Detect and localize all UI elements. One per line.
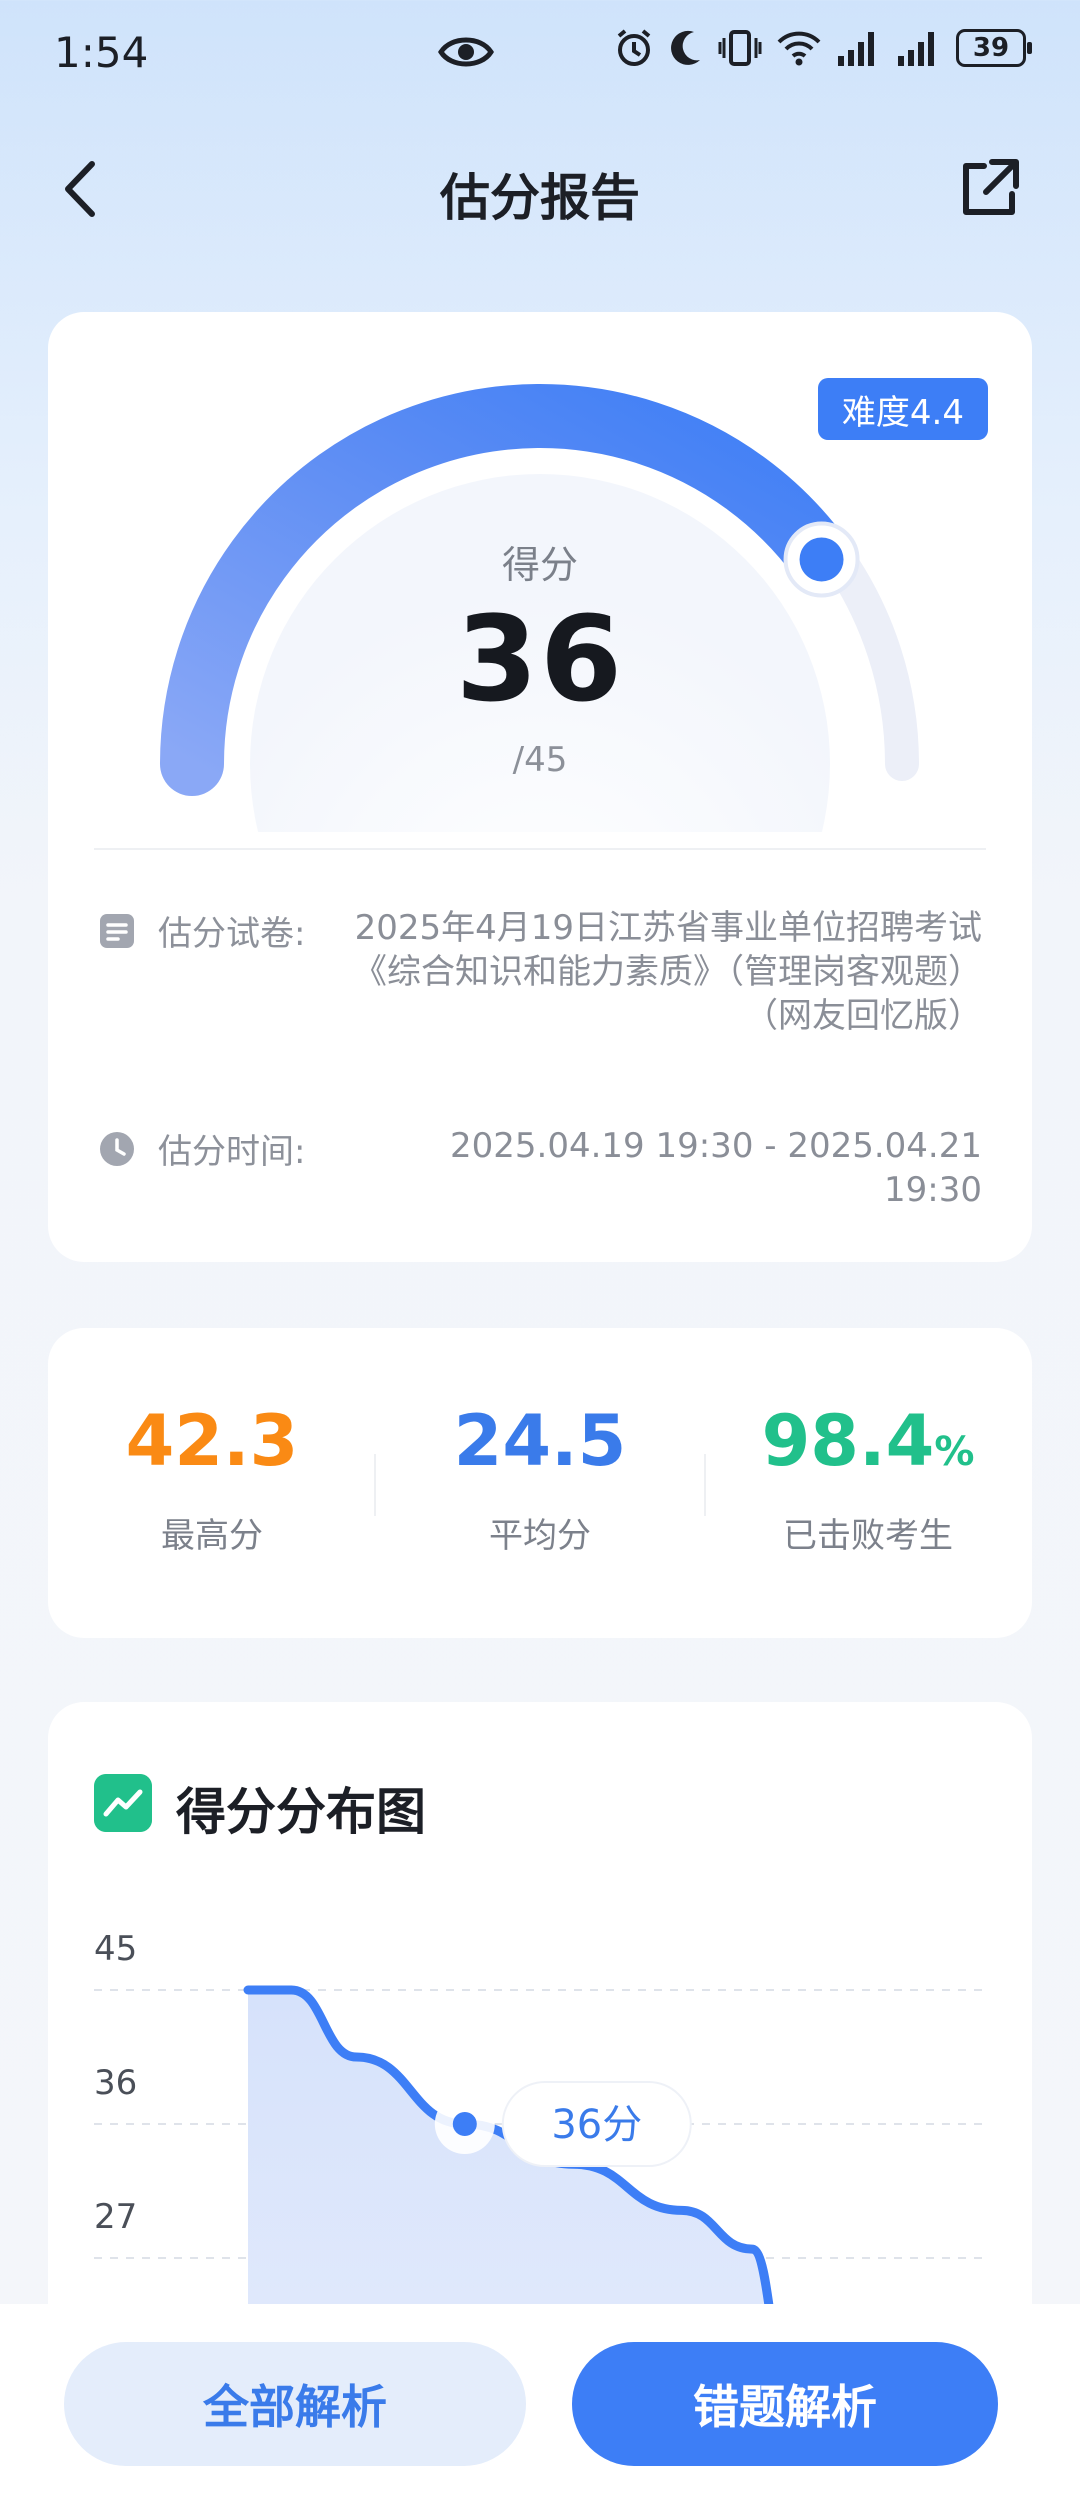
time-label: 估分时间: (158, 1132, 306, 1172)
vibrate-icon (718, 30, 762, 66)
share-icon[interactable] (954, 154, 1024, 224)
status-bar: 1:54 39 (0, 0, 1080, 104)
score-label: 得分 (501, 543, 578, 587)
nav-bar: 估分报告 (0, 130, 1080, 250)
time-row: 估分时间: 2025.04.19 19:30 - 2025.04.21 19:3… (98, 1124, 982, 1212)
wifi-icon (777, 31, 821, 66)
wrong-analysis-button[interactable]: 错题解析 (572, 2342, 998, 2466)
signal-icon (838, 32, 874, 66)
paper-name: 2025年4月19日江苏省事业单位招聘考试《综合知识和能力素质》（管理岗客观题）… (353, 908, 982, 1036)
document-icon (100, 914, 134, 948)
stat-highest-value: 42.3 (125, 1400, 299, 1482)
divider (94, 848, 986, 850)
time-range: 2025.04.19 19:30 - 2025.04.21 19:30 (449, 1126, 982, 1210)
eye-icon (438, 37, 494, 67)
score-value: 36 (455, 590, 625, 728)
chart-marker-point (452, 2112, 477, 2136)
stat-highest-label: 最高分 (161, 1516, 263, 1556)
stat-beaten: 98.4% 已击败考生 (704, 1400, 1032, 1557)
chart-y-tick-label: 45 (94, 1929, 137, 1969)
score-total: /45 (512, 740, 568, 780)
chart-y-tick-label: 36 (94, 2063, 137, 2103)
stats-card: 42.3 最高分 24.5 平均分 98.4% 已击败考生 (48, 1328, 1032, 1638)
page-title: 估分报告 (440, 169, 640, 227)
score-card: 难度4.4 得分 36 /45 估分试卷: 2025年4月19日江苏省事业单位招… (48, 312, 1032, 1262)
battery-indicator: 39 (956, 29, 1032, 67)
signal-icon-2 (898, 32, 934, 66)
paper-row: 估分试卷: 2025年4月19日江苏省事业单位招聘考试《综合知识和能力素质》（管… (98, 906, 982, 1038)
stat-average: 24.5 平均分 (376, 1400, 704, 1557)
moon-icon (671, 30, 700, 65)
system-icons: 39 (614, 28, 1032, 68)
status-time: 1:54 (54, 27, 149, 77)
chart-marker-label: 36分 (551, 2102, 642, 2148)
stat-average-label: 平均分 (489, 1516, 591, 1556)
bottom-action-bar: 全部解析 错题解析 (0, 2304, 1080, 2504)
clock-icon (100, 1132, 134, 1166)
all-analysis-button[interactable]: 全部解析 (64, 2342, 526, 2466)
difficulty-badge: 难度4.4 (817, 378, 988, 440)
stat-highest: 42.3 最高分 (48, 1400, 376, 1557)
stat-beaten-label: 已击败考生 (783, 1516, 953, 1556)
stat-beaten-value: 98.4% (761, 1400, 975, 1482)
alarm-icon (617, 29, 651, 66)
chart-y-tick-label: 27 (94, 2197, 137, 2237)
stat-average-value: 24.5 (453, 1400, 627, 1482)
paper-label: 估分试卷: (158, 914, 306, 954)
